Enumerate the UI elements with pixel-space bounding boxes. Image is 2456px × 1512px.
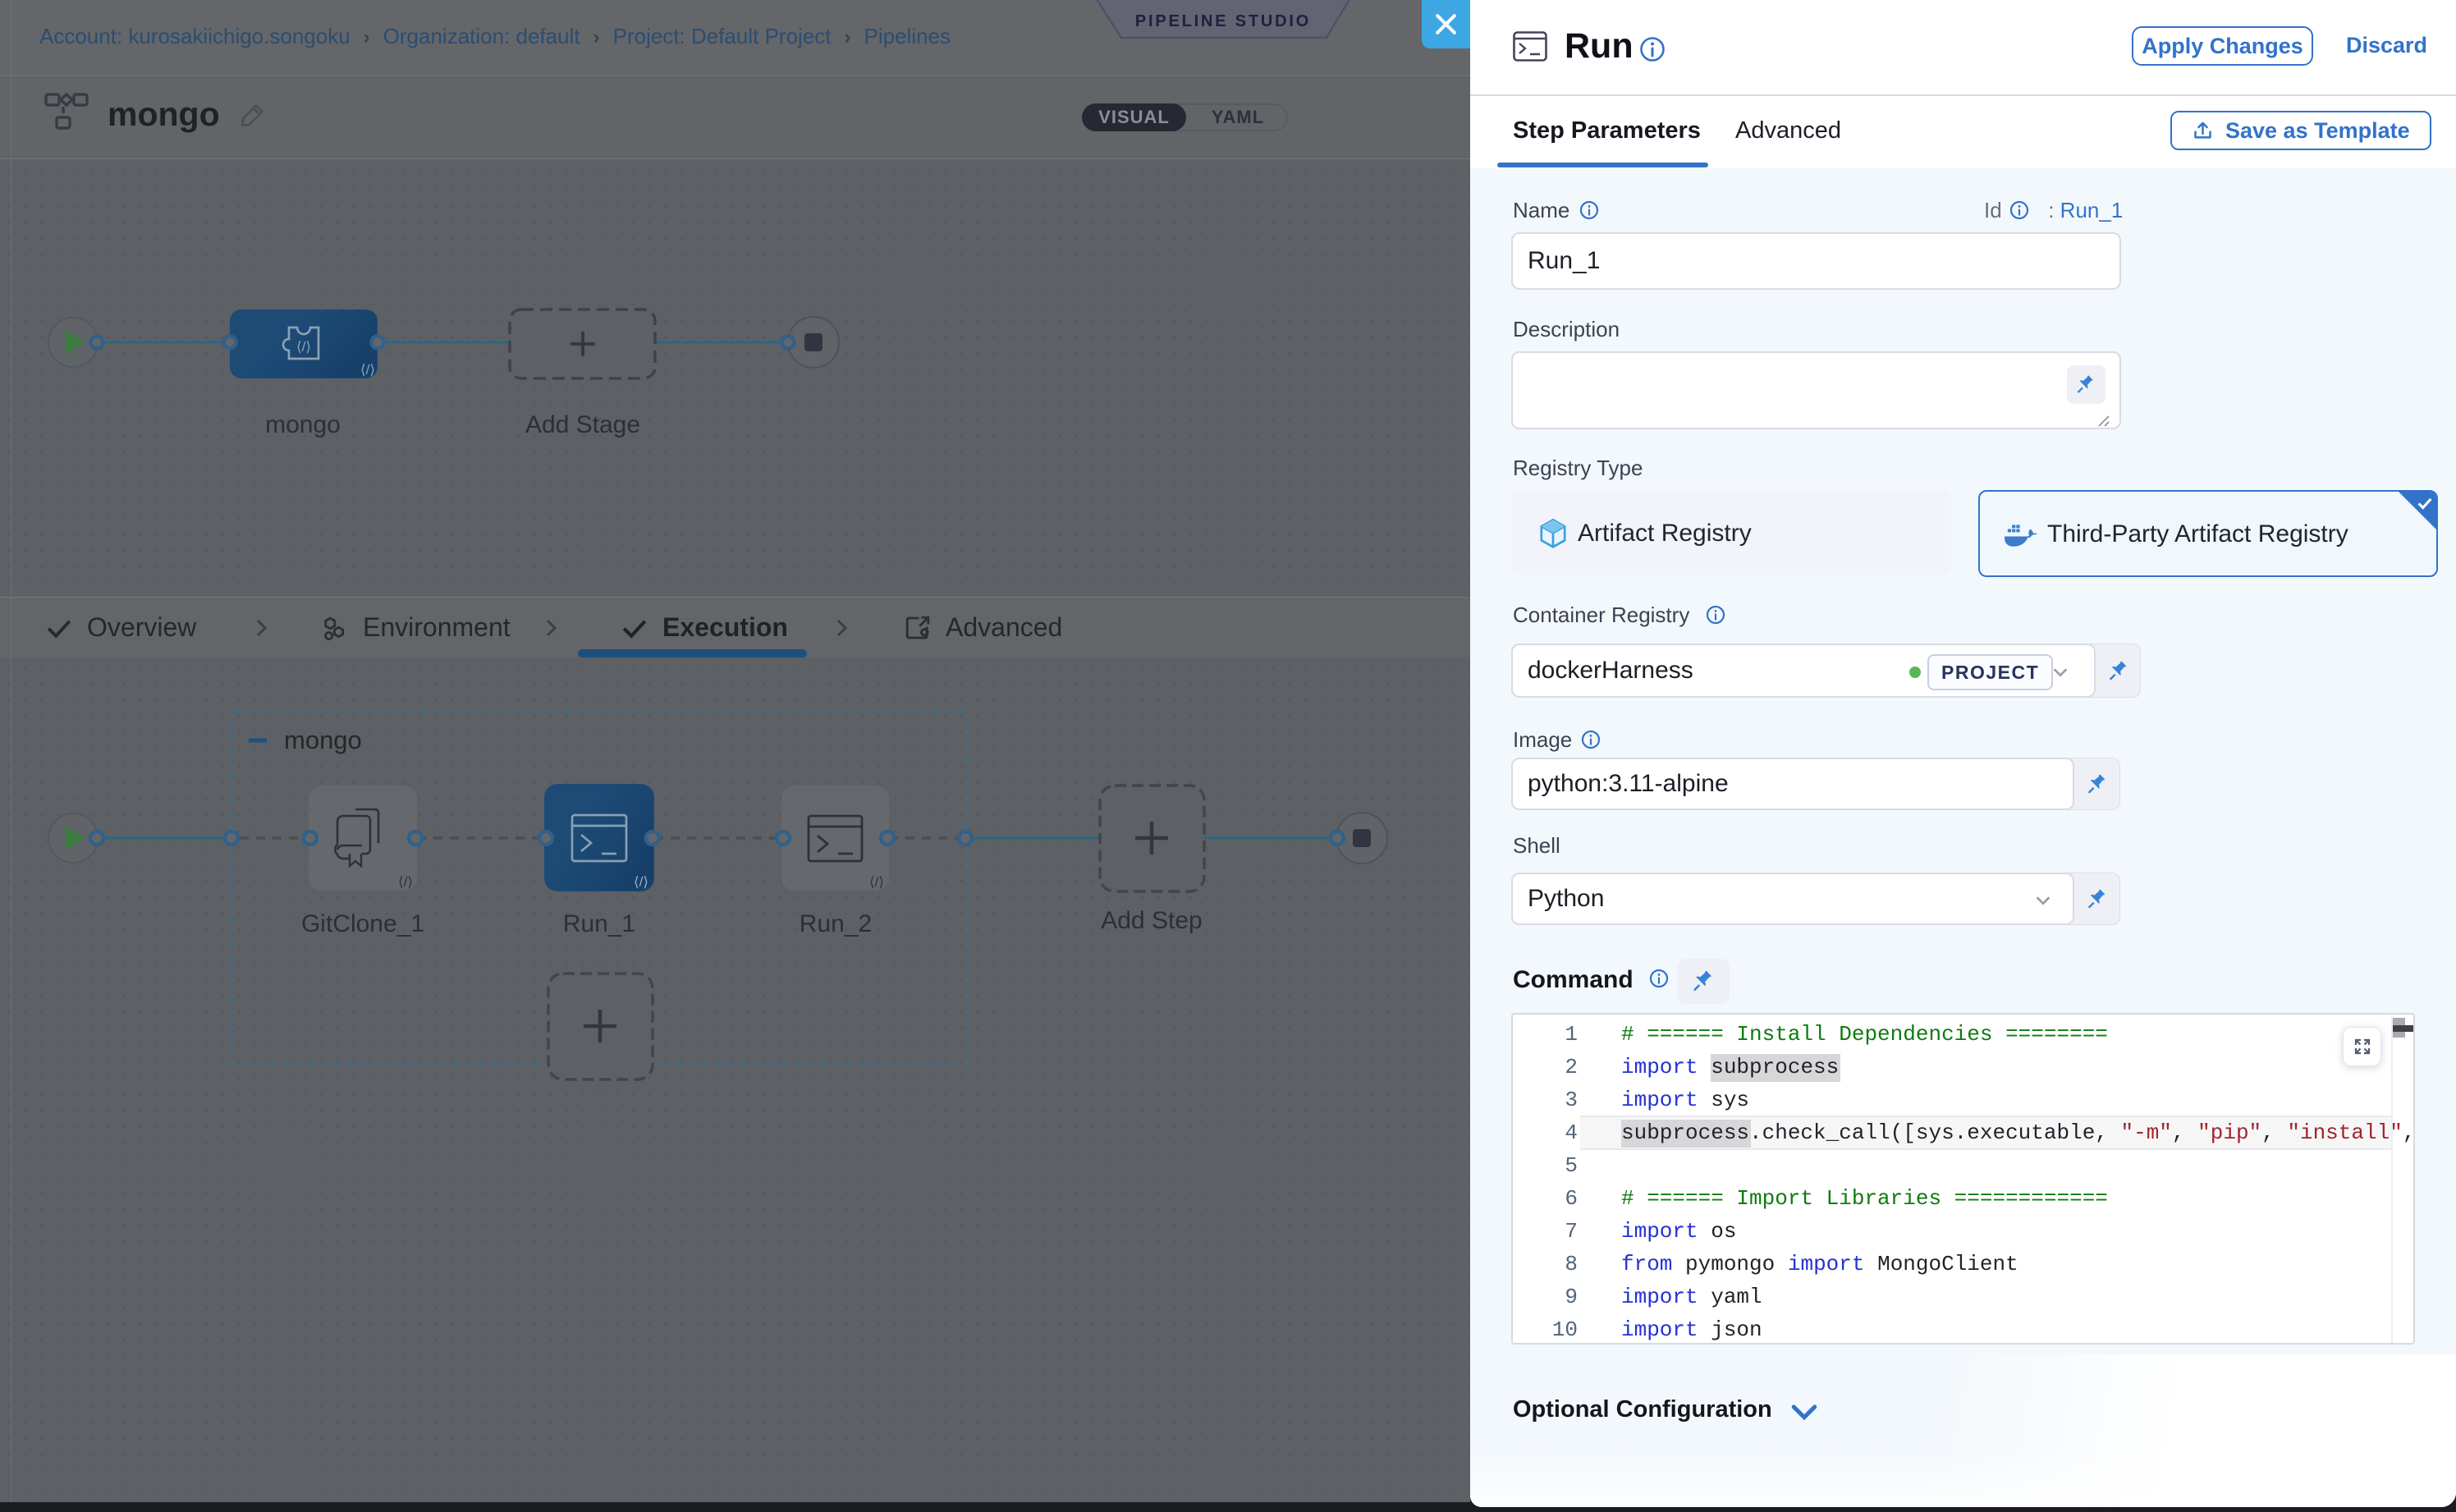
svg-text:⟨/⟩: ⟨/⟩ (634, 874, 648, 890)
svg-text:Add Stage: Add Stage (525, 411, 640, 438)
svg-text:⟨/⟩: ⟨/⟩ (360, 362, 375, 378)
svg-text:mongo: mongo (265, 411, 341, 438)
svg-text:⟨/⟩: ⟨/⟩ (398, 874, 413, 890)
svg-text:⟨/⟩: ⟨/⟩ (296, 339, 311, 355)
svg-text:mongo: mongo (284, 726, 362, 754)
svg-text:Run_1: Run_1 (563, 910, 635, 937)
svg-text:Run_2: Run_2 (800, 910, 872, 937)
svg-text:Add Step: Add Step (1101, 907, 1202, 934)
svg-text:PIPELINE STUDIO: PIPELINE STUDIO (1135, 12, 1311, 30)
svg-text:GitClone_1: GitClone_1 (301, 910, 424, 937)
svg-text:⟨/⟩: ⟨/⟩ (869, 874, 884, 890)
